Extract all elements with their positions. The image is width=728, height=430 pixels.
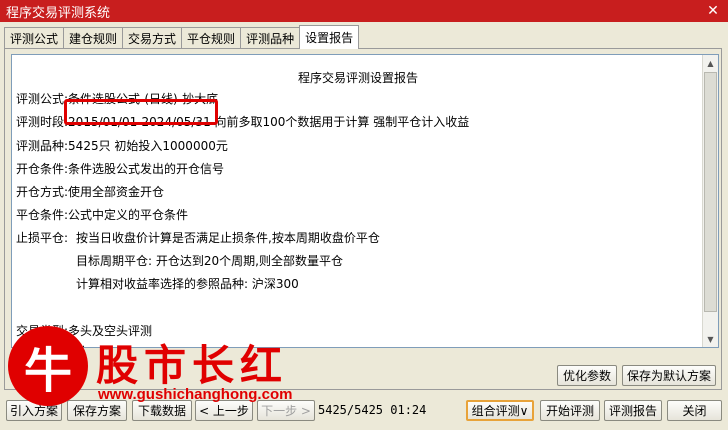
scroll-up-icon[interactable]: ▲ (703, 55, 718, 71)
eval-report-button[interactable]: 评测报告 (604, 400, 662, 421)
report-title: 程序交易评测设置报告 (297, 71, 418, 85)
combo-eval-dropdown[interactable]: 组合评测∨ (466, 400, 534, 421)
tab-open-rules[interactable]: 建仓规则 (63, 27, 124, 49)
tab-close-rules[interactable]: 平仓规则 (181, 27, 242, 49)
tab-formula[interactable]: 评测公式 (4, 27, 65, 49)
report-line: 止损平仓: 按当日收盘价计算是否满足止损条件,按本周期收盘价平仓 (16, 231, 380, 245)
scroll-down-icon[interactable]: ▼ (703, 331, 718, 347)
report-line: 评测品种:5425只 初始投入1000000元 (16, 139, 228, 153)
save-default-button[interactable]: 保存为默认方案 (622, 365, 716, 386)
report-textbox[interactable]: 程序交易评测设置报告 评测公式:条件选股公式-(日线)-抄大底 评测时段:201… (11, 54, 719, 348)
tab-report-settings[interactable]: 设置报告 (299, 25, 360, 49)
tab-bar: 评测公式 建仓规则 交易方式 平仓规则 评测品种 设置报告 (4, 25, 360, 49)
tab-trade-mode[interactable]: 交易方式 (122, 27, 183, 49)
progress-status: 5425/5425 01:24 (318, 403, 427, 417)
watermark: 牛 股市长红 www.gushichanghong.com (8, 326, 308, 416)
scroll-thumb[interactable] (704, 72, 717, 312)
bull-logo-icon: 牛 (8, 326, 88, 406)
watermark-url: www.gushichanghong.com (98, 386, 293, 403)
report-line: 平仓条件:公式中定义的平仓条件 (16, 208, 189, 222)
report-line: 开仓方式:使用全部资金开仓 (16, 185, 165, 199)
start-eval-button[interactable]: 开始评测 (540, 400, 600, 421)
report-line: 开仓条件:条件选股公式发出的开仓信号 (16, 162, 225, 176)
report-line: 目标周期平仓: 开仓达到20个周期,则全部数量平仓 (76, 254, 343, 268)
watermark-text: 股市长红 (96, 341, 289, 390)
close-button[interactable]: 关闭 (667, 400, 722, 421)
title-bar: 程序交易评测系统 ✕ (0, 0, 728, 22)
date-range-highlight (64, 99, 218, 125)
close-icon[interactable]: ✕ (704, 2, 722, 20)
window-title: 程序交易评测系统 (6, 5, 111, 21)
optimize-params-button[interactable]: 优化参数 (557, 365, 617, 386)
report-line: 计算相对收益率选择的参照品种: 沪深300 (76, 277, 299, 291)
tab-instruments[interactable]: 评测品种 (240, 27, 301, 49)
report-scrollbar[interactable]: ▲ ▼ (702, 55, 718, 347)
